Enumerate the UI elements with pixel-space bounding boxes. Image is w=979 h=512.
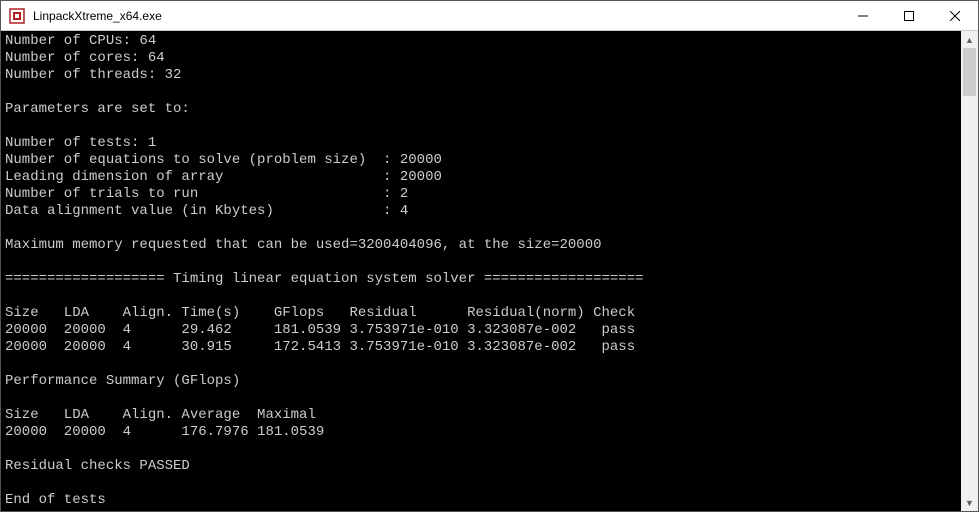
minimize-button[interactable] [840,1,886,30]
scroll-up-arrow-icon[interactable]: ▲ [961,31,978,48]
vertical-scrollbar[interactable]: ▲ ▼ [961,31,978,511]
app-icon [9,8,25,24]
client-area: Number of CPUs: 64 Number of cores: 64 N… [1,31,978,511]
maximize-button[interactable] [886,1,932,30]
close-button[interactable] [932,1,978,30]
titlebar[interactable]: LinpackXtreme_x64.exe [1,1,978,31]
console-output: Number of CPUs: 64 Number of cores: 64 N… [1,31,961,511]
window-title: LinpackXtreme_x64.exe [33,9,840,23]
scroll-down-arrow-icon[interactable]: ▼ [961,494,978,511]
scrollbar-thumb[interactable] [963,48,976,96]
window-controls [840,1,978,30]
